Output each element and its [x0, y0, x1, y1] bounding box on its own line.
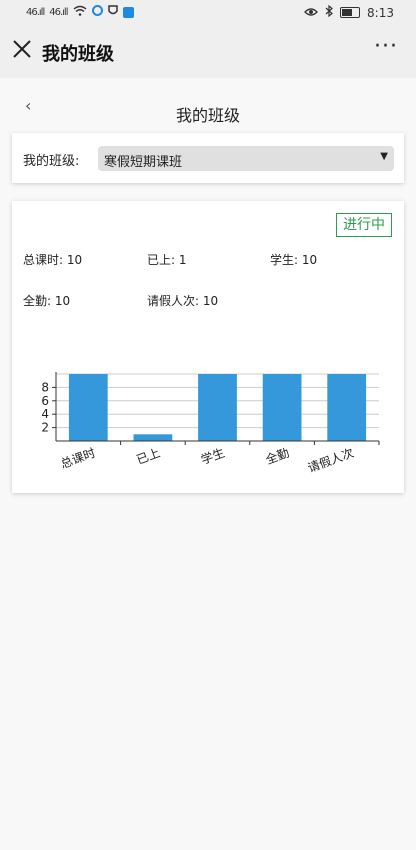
stat-value: 1 — [178, 253, 187, 267]
signal-icon: 46.ıll — [49, 6, 68, 18]
stat-value: 10 — [66, 253, 83, 267]
status-bar: 46.ıll 46.ıll 8:13 — [0, 0, 416, 26]
bluetooth-icon — [325, 4, 333, 20]
stat-attended: 已上: 1 — [147, 251, 187, 268]
y-tick-label: 8 — [41, 380, 49, 394]
bar — [262, 374, 302, 441]
window-title: 我的班级 — [42, 44, 114, 65]
bar — [327, 374, 367, 441]
bar — [68, 374, 108, 441]
bar-chart: 2468 总课时 已上 学生 全勤 请假人次 — [41, 372, 380, 476]
bar — [198, 374, 237, 441]
eye-icon — [304, 6, 318, 20]
x-tick-label: 请假人次 — [306, 446, 356, 476]
stat-label: 学生: — [270, 253, 299, 267]
stat-value: 10 — [301, 253, 318, 267]
close-icon[interactable] — [11, 38, 35, 62]
stat-label: 总课时: — [23, 253, 64, 267]
signal-icon: 46.ıll — [26, 6, 45, 18]
app-icon — [122, 6, 134, 18]
app-notification-icon — [91, 5, 103, 19]
class-stats-card: 进行中 总课时: 10 已上: 1 学生: 10 全勤: 10 请假人次: 10… — [12, 201, 404, 493]
status-left: 46.ıll 46.ıll — [26, 5, 134, 19]
stat-label: 已上: — [147, 253, 176, 267]
x-tick-label: 已上 — [135, 446, 162, 467]
status-badge: 进行中 — [336, 213, 392, 237]
class-select-dropdown[interactable]: 寒假短期课班 ▼ — [98, 146, 394, 171]
stat-leave-count: 请假人次: 10 — [147, 292, 218, 309]
page-content: ‹ 我的班级 我的班级: 寒假短期课班 ▼ 进行中 总课时: 10 已上: 1 … — [0, 78, 416, 850]
dropdown-arrow-icon: ▼ — [380, 151, 388, 162]
status-right: 8:13 — [304, 4, 394, 20]
stat-total-lessons: 总课时: 10 — [23, 251, 82, 268]
stat-label: 全勤: — [23, 294, 52, 308]
more-options-icon[interactable]: ··· — [374, 34, 398, 59]
y-tick-label: 2 — [41, 421, 49, 435]
x-tick-label: 全勤 — [263, 445, 291, 467]
x-tick-label: 总课时 — [59, 446, 98, 471]
clock-time: 8:13 — [367, 5, 394, 20]
stat-full-attendance: 全勤: 10 — [23, 292, 70, 309]
title-bar: 我的班级 ··· — [0, 26, 416, 78]
stat-value: 10 — [202, 294, 219, 308]
y-tick-label: 4 — [41, 407, 49, 421]
battery-icon — [340, 7, 361, 18]
page-title: 我的班级 — [175, 106, 240, 125]
stat-value: 10 — [54, 294, 71, 308]
class-select-value: 寒假短期课班 — [104, 155, 183, 170]
shield-icon — [107, 5, 118, 19]
y-tick-label: 6 — [41, 394, 49, 408]
class-select-label: 我的班级: — [23, 154, 80, 169]
x-tick-label: 学生 — [199, 445, 227, 467]
wifi-icon — [73, 5, 87, 19]
stat-students: 学生: 10 — [270, 251, 317, 268]
class-select-card: 我的班级: 寒假短期课班 ▼ — [12, 133, 404, 183]
stat-label: 请假人次: — [147, 294, 200, 308]
bar — [133, 434, 173, 441]
